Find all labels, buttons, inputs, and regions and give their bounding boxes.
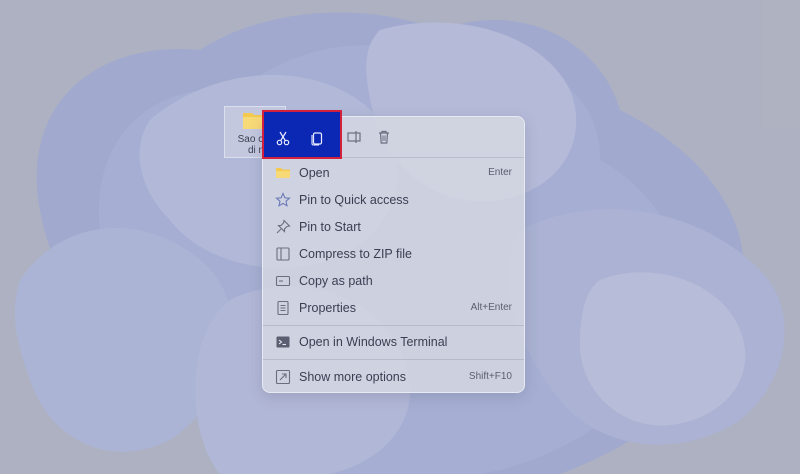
menu-item-properties[interactable]: Properties Alt+Enter bbox=[267, 296, 520, 320]
highlight-box bbox=[262, 110, 342, 159]
menu-item-copy-as-path[interactable]: Copy as path bbox=[267, 269, 520, 293]
cut-button[interactable] bbox=[271, 127, 295, 149]
menu-separator bbox=[263, 359, 524, 360]
cut-icon bbox=[276, 131, 290, 146]
star-icon bbox=[275, 192, 291, 207]
menu-item-show-more-options-shortcut: Shift+F10 bbox=[468, 371, 512, 382]
zip-icon bbox=[276, 247, 290, 261]
copy-button[interactable] bbox=[305, 127, 329, 149]
menu-item-show-more-options-label: Show more options bbox=[299, 370, 407, 384]
folder-icon bbox=[276, 168, 290, 178]
menu-item-open-terminal-label: Open in Windows Terminal bbox=[299, 335, 448, 349]
delete-icon bbox=[379, 130, 389, 144]
menu-item-show-more-options[interactable]: Show more options Shift+F10 bbox=[267, 365, 520, 389]
pin-icon bbox=[276, 219, 291, 234]
menu-item-pin-start[interactable]: Pin to Start bbox=[267, 215, 520, 239]
menu-item-open[interactable]: Open Enter bbox=[267, 161, 520, 185]
menu-separator bbox=[263, 325, 524, 326]
menu-item-copy-as-path-label: Copy as path bbox=[299, 274, 373, 288]
menu-item-open-terminal[interactable]: Open in Windows Terminal bbox=[267, 330, 520, 354]
rename-icon bbox=[347, 131, 361, 143]
copy-path-icon bbox=[275, 275, 291, 287]
more-options-icon bbox=[275, 369, 291, 385]
menu-item-pin-start-label: Pin to Start bbox=[299, 220, 361, 234]
menu-item-pin-quick-access-label: Pin to Quick access bbox=[299, 193, 409, 207]
properties-icon bbox=[277, 300, 289, 316]
menu-item-compress-zip-label: Compress to ZIP file bbox=[299, 247, 413, 261]
rename-button[interactable] bbox=[341, 125, 367, 149]
copy-icon bbox=[311, 132, 323, 146]
menu-item-properties-label: Properties bbox=[299, 301, 356, 315]
menu-item-pin-quick-access[interactable]: Pin to Quick access bbox=[267, 188, 520, 212]
delete-button[interactable] bbox=[371, 125, 397, 149]
terminal-icon bbox=[276, 336, 290, 348]
menu-item-open-shortcut: Enter bbox=[488, 167, 512, 178]
menu-item-properties-shortcut: Alt+Enter bbox=[470, 302, 512, 313]
menu-item-open-label: Open bbox=[299, 166, 330, 180]
menu-item-compress-zip[interactable]: Compress to ZIP file bbox=[267, 242, 520, 266]
